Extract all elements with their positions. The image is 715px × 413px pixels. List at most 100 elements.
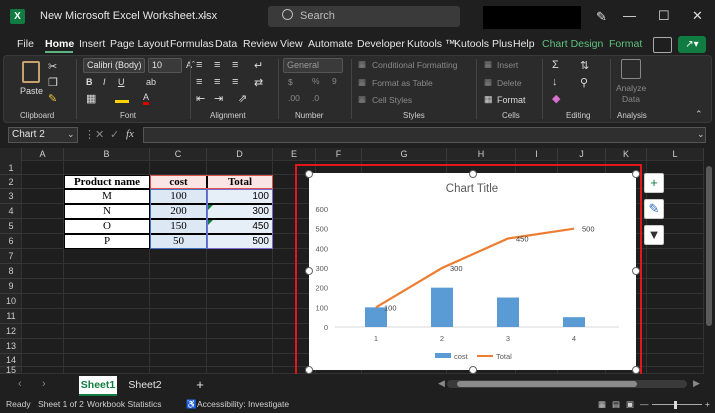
accessibility-status[interactable]: Accessibility: Investigate — [197, 399, 289, 409]
zoom-in-icon[interactable]: + — [705, 399, 710, 409]
conditional-formatting-button[interactable]: Conditional Formatting — [372, 60, 458, 70]
fill-icon[interactable]: ↓ — [552, 76, 558, 88]
search-box[interactable] — [268, 6, 460, 27]
resize-handle[interactable] — [632, 267, 640, 275]
cut-icon[interactable]: ✂ — [48, 60, 57, 73]
paste-button[interactable]: Paste — [20, 86, 43, 96]
minimize-button[interactable]: — — [623, 8, 636, 23]
vertical-scrollbar[interactable] — [704, 148, 715, 374]
zoom-slider-thumb[interactable] — [674, 401, 677, 409]
zoom-out-icon[interactable]: — — [640, 399, 649, 409]
table-cell[interactable]: P — [64, 234, 150, 249]
tab-data[interactable]: Data — [215, 38, 237, 50]
sheet-tab-sheet1[interactable]: Sheet1 — [79, 376, 117, 396]
tab-file[interactable]: File — [17, 38, 34, 50]
chart-elements-button[interactable]: + — [644, 173, 664, 193]
error-indicator-icon[interactable] — [208, 205, 213, 210]
autosum-icon[interactable]: Σ — [552, 59, 559, 71]
find-select-icon[interactable]: ⚲ — [580, 76, 588, 89]
indent-increase-icon[interactable]: ⇥ — [214, 92, 223, 105]
row-header[interactable]: 7 — [0, 249, 22, 264]
insert-cells-button[interactable]: Insert — [497, 60, 518, 70]
tab-page-layout[interactable]: Page Layout — [110, 38, 169, 50]
merge-center-icon[interactable]: ⇄ — [254, 76, 263, 89]
currency-icon[interactable]: $ — [288, 77, 293, 87]
increase-decimal-icon[interactable]: .00 — [288, 93, 300, 103]
delete-cells-button[interactable]: Delete — [497, 78, 522, 88]
row-header[interactable]: 3 — [0, 189, 22, 204]
scroll-right-icon[interactable]: ▶ — [693, 378, 700, 389]
add-sheet-button[interactable]: + — [192, 376, 208, 396]
align-top-icon[interactable]: ≡ — [196, 59, 202, 71]
tab-formulas[interactable]: Formulas — [170, 38, 214, 50]
tab-format[interactable]: Format — [609, 38, 642, 50]
table-header-cell[interactable]: Product name — [64, 175, 150, 189]
strikethrough-button[interactable]: ab — [146, 77, 156, 87]
font-color-icon[interactable]: A — [143, 92, 150, 105]
fill-color-icon[interactable] — [115, 94, 129, 103]
number-format-select[interactable]: General — [283, 58, 343, 73]
tab-chart-design[interactable]: Chart Design — [542, 38, 603, 50]
table-cell[interactable]: N — [64, 204, 150, 219]
sort-filter-icon[interactable]: ⇅ — [580, 59, 589, 72]
comma-style-icon[interactable]: 9 — [332, 76, 337, 86]
page-break-view-icon[interactable]: ▣ — [626, 399, 634, 410]
tab-automate[interactable]: Automate — [308, 38, 353, 50]
zoom-slider[interactable] — [652, 404, 702, 405]
page-layout-view-icon[interactable]: ▤ — [612, 399, 620, 410]
italic-button[interactable]: I — [103, 77, 106, 87]
select-all-corner[interactable] — [0, 148, 22, 161]
enter-icon[interactable]: ✓ — [110, 128, 119, 141]
next-sheet-icon[interactable]: › — [42, 378, 46, 390]
cell-styles-button[interactable]: Cell Styles — [372, 95, 412, 105]
prev-sheet-icon[interactable]: ‹ — [18, 378, 22, 390]
table-cell[interactable]: M — [64, 189, 150, 204]
row-header[interactable]: 9 — [0, 279, 22, 294]
scroll-left-icon[interactable]: ◀ — [438, 378, 445, 389]
horizontal-scroll-thumb[interactable] — [457, 381, 637, 387]
bold-button[interactable]: B — [86, 77, 93, 87]
row-header[interactable]: 1 — [0, 161, 22, 175]
close-button[interactable]: ✕ — [692, 8, 703, 24]
row-header[interactable]: 8 — [0, 264, 22, 279]
underline-button[interactable]: U — [118, 77, 125, 87]
comments-button[interactable] — [653, 37, 672, 53]
resize-handle[interactable] — [632, 366, 640, 374]
decrease-decimal-icon[interactable]: .0 — [312, 93, 319, 103]
tab-home[interactable]: Home — [45, 38, 74, 50]
wrap-text-icon[interactable]: ↵ — [254, 59, 263, 72]
function-icon[interactable]: fx — [126, 128, 134, 140]
resize-handle[interactable] — [632, 170, 640, 178]
tab-insert[interactable]: Insert — [79, 38, 105, 50]
sheet-tab-sheet2[interactable]: Sheet2 — [125, 376, 165, 396]
row-header[interactable]: 5 — [0, 219, 22, 234]
resize-handle[interactable] — [305, 366, 313, 374]
horizontal-scrollbar[interactable] — [447, 380, 687, 388]
document-title[interactable]: New Microsoft Excel Worksheet.xlsx — [40, 10, 217, 22]
orientation-icon[interactable]: ⇗ — [238, 92, 247, 105]
workbook-statistics-button[interactable]: Workbook Statistics — [87, 399, 161, 409]
chart-filters-button[interactable]: ▼ — [644, 225, 664, 245]
font-size-select[interactable]: 10 — [148, 58, 182, 73]
font-name-select[interactable]: Calibri (Body) — [83, 58, 145, 73]
format-as-table-button[interactable]: Format as Table — [372, 78, 433, 88]
tab-help[interactable]: Help — [513, 38, 535, 50]
indent-decrease-icon[interactable]: ⇤ — [196, 92, 205, 105]
row-header[interactable]: 6 — [0, 234, 22, 249]
tab-kutools[interactable]: Kutools ™ — [407, 38, 455, 50]
clear-icon[interactable]: ◆ — [552, 92, 560, 105]
pen-icon[interactable]: ✎ — [596, 9, 607, 25]
tab-developer[interactable]: Developer — [357, 38, 405, 50]
tab-review[interactable]: Review — [243, 38, 277, 50]
row-header[interactable]: 2 — [0, 175, 22, 189]
format-painter-icon[interactable]: ✎ — [48, 92, 57, 105]
row-header[interactable]: 13 — [0, 339, 22, 354]
borders-icon[interactable]: ▦ — [86, 92, 96, 105]
normal-view-icon[interactable]: ▦ — [598, 399, 606, 410]
tab-view[interactable]: View — [280, 38, 303, 50]
cancel-icon[interactable]: ✕ — [95, 128, 104, 141]
row-header[interactable]: 4 — [0, 204, 22, 219]
align-bottom-icon[interactable]: ≡ — [232, 59, 238, 71]
more-options-icon[interactable]: ⋮ — [84, 128, 95, 141]
align-middle-icon[interactable]: ≡ — [214, 59, 220, 71]
